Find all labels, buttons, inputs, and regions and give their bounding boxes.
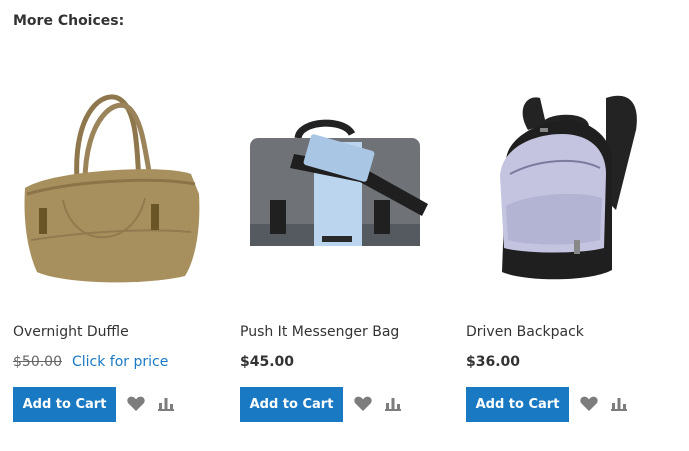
push-it-messenger-bag-image: [250, 119, 428, 246]
product-name-link[interactable]: Overnight Duffle: [13, 324, 129, 340]
heart-icon[interactable]: [353, 394, 373, 414]
heart-icon[interactable]: [579, 394, 599, 414]
add-to-cart-button[interactable]: Add to Cart: [13, 387, 116, 422]
final-price: $36.00: [466, 354, 521, 370]
heart-icon[interactable]: [126, 394, 146, 414]
old-price: $50.00: [13, 354, 62, 370]
driven-backpack-image: [500, 95, 637, 280]
overnight-duffle-image: [24, 94, 200, 283]
product-name-link[interactable]: Push It Messenger Bag: [240, 324, 399, 340]
compare-icon[interactable]: [156, 395, 176, 415]
add-to-cart-button[interactable]: Add to Cart: [240, 387, 343, 422]
compare-icon[interactable]: [383, 395, 403, 415]
price-box: $50.00 Click for price: [13, 354, 168, 370]
final-price: $45.00: [240, 354, 295, 370]
click-for-price-link[interactable]: Click for price: [72, 354, 168, 370]
price-box: $36.00: [466, 354, 520, 370]
price-box: $45.00: [240, 354, 294, 370]
section-heading: More Choices:: [13, 13, 125, 29]
compare-icon[interactable]: [609, 395, 629, 415]
product-name-link[interactable]: Driven Backpack: [466, 324, 584, 340]
add-to-cart-button[interactable]: Add to Cart: [466, 387, 569, 422]
